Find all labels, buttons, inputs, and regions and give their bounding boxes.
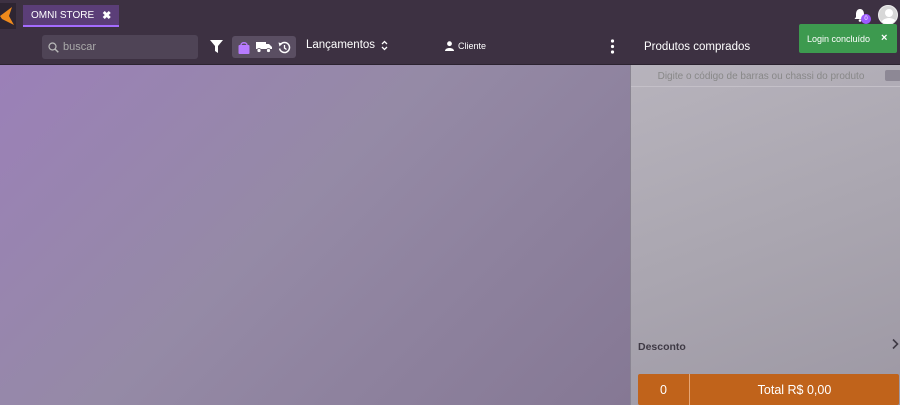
filter-icon[interactable] bbox=[210, 40, 223, 53]
items-count: 0 bbox=[638, 374, 690, 405]
login-toast: Login concluído × bbox=[799, 24, 897, 53]
toolbar: Lançamentos Cliente Produtos comprados bbox=[0, 32, 900, 65]
avatar[interactable] bbox=[878, 5, 898, 25]
truck-icon bbox=[256, 42, 272, 53]
notification-badge: 0 bbox=[861, 14, 871, 24]
search-icon bbox=[48, 41, 59, 53]
client-selector[interactable]: Cliente bbox=[445, 41, 486, 51]
user-icon bbox=[445, 41, 454, 51]
toast-message: Login concluído bbox=[807, 33, 871, 44]
client-label: Cliente bbox=[458, 41, 487, 51]
products-title: Produtos comprados bbox=[644, 41, 751, 53]
store-tab-label: OMNI STORE bbox=[31, 9, 95, 21]
barcode-toggle[interactable] bbox=[885, 70, 900, 81]
history-button[interactable] bbox=[274, 36, 294, 58]
total-label: Total R$ 0,00 bbox=[757, 382, 832, 397]
barcode-input[interactable] bbox=[641, 68, 881, 84]
chevron-right-icon[interactable] bbox=[891, 338, 899, 350]
purchased-products-panel: Desconto 0 Total R$ 0,00 bbox=[630, 65, 900, 405]
close-toast-icon[interactable]: × bbox=[881, 32, 887, 44]
launch-selector[interactable]: Lançamentos bbox=[306, 39, 388, 51]
main-content-area bbox=[0, 65, 630, 405]
mode-selector bbox=[232, 36, 296, 58]
search-input[interactable] bbox=[63, 41, 193, 53]
shopping-bag-icon bbox=[238, 41, 250, 54]
launch-label: Lançamentos bbox=[306, 39, 376, 51]
search-box bbox=[42, 35, 198, 59]
barcode-row bbox=[631, 65, 900, 87]
more-options-icon[interactable] bbox=[610, 39, 615, 54]
top-bar: OMNI STORE ✖ 0 bbox=[0, 0, 900, 32]
total-button[interactable]: 0 Total R$ 0,00 bbox=[638, 374, 899, 405]
shopping-bag-button[interactable] bbox=[234, 36, 254, 58]
sort-chevrons-icon bbox=[381, 40, 388, 50]
delivery-truck-button[interactable] bbox=[254, 36, 274, 58]
star-logo-icon bbox=[0, 7, 14, 25]
close-tab-icon[interactable]: ✖ bbox=[102, 9, 111, 22]
discount-label[interactable]: Desconto bbox=[638, 341, 686, 353]
logo[interactable] bbox=[0, 3, 16, 29]
history-icon bbox=[278, 41, 290, 53]
store-tab[interactable]: OMNI STORE ✖ bbox=[23, 5, 120, 27]
